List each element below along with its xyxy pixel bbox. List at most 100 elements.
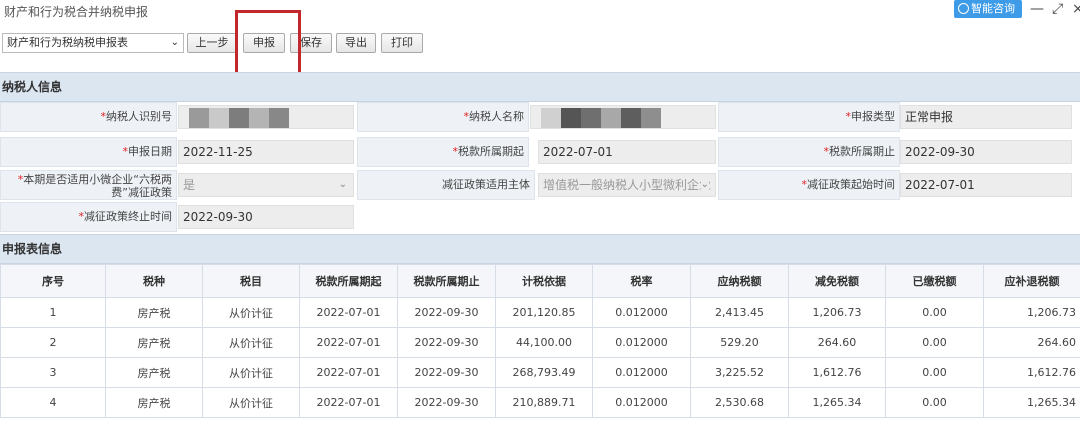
- table-cell: 0.012000: [592, 297, 691, 328]
- close-icon[interactable]: ×: [1072, 2, 1080, 16]
- table-cell: 44,100.00: [495, 327, 593, 358]
- smart-consult-button[interactable]: 智能咨询: [954, 0, 1022, 18]
- small-biz-value: 是: [183, 178, 196, 192]
- subject-label: 减征政策适用主体: [357, 170, 535, 200]
- table-cell: 从价计征: [202, 357, 300, 388]
- table-cell: 房产税: [105, 357, 203, 388]
- period-end-label: *税款所属期止: [718, 137, 900, 167]
- report-type-select[interactable]: 财产和行为税纳税申报表 ⌄: [2, 33, 184, 53]
- table-cell: 1: [0, 297, 106, 328]
- taxpayer-name-label: *纳税人名称: [357, 102, 529, 132]
- export-button[interactable]: 导出: [336, 33, 376, 53]
- table-cell: 2022-07-01: [299, 327, 398, 358]
- table-cell: 2022-09-30: [397, 387, 496, 418]
- table-cell: 1,265.34: [788, 387, 886, 418]
- table-cell: 0.012000: [592, 357, 691, 388]
- minimize-icon[interactable]: —: [1030, 2, 1044, 16]
- redacted-mosaic: [189, 108, 289, 128]
- taxpayer-section-header: 纳税人信息: [0, 72, 1080, 102]
- form-row-4: *减征政策终止时间 2022-09-30: [0, 202, 1080, 232]
- table-cell: 2,530.68: [690, 387, 789, 418]
- prev-step-button[interactable]: 上一步: [187, 33, 237, 53]
- table-cell: 房产税: [105, 327, 203, 358]
- report-type-label: *申报类型: [718, 102, 900, 132]
- table-cell: 1,206.73: [983, 297, 1080, 328]
- table-cell: 2: [0, 327, 106, 358]
- highlight-box: [235, 10, 301, 76]
- restore-icon[interactable]: ⤢: [1052, 2, 1063, 16]
- relief-start-label: *减征政策起始时间: [718, 170, 900, 200]
- print-button[interactable]: 打印: [381, 33, 423, 53]
- smart-consult-label: 智能咨询: [971, 2, 1015, 15]
- table-cell: 0.012000: [592, 327, 691, 358]
- report-date-label: *申报日期: [0, 137, 177, 167]
- table-cell: 2022-07-01: [299, 357, 398, 388]
- report-date-field[interactable]: 2022-11-25: [178, 140, 354, 164]
- table-cell: 2022-07-01: [299, 387, 398, 418]
- table-cell: 0.00: [885, 297, 984, 328]
- table-row[interactable]: 1 房产税 从价计征 2022-07-01 2022-09-30 201,120…: [0, 297, 1080, 328]
- table-cell: 1,612.76: [983, 357, 1080, 388]
- column-header[interactable]: 税款所属期止: [397, 264, 496, 298]
- form-row-3: *本期是否适用小微企业“六税两 费”减征政策 是 ⌄ 减征政策适用主体 增值税一般纳…: [0, 170, 1080, 200]
- subject-value: 增值税一般纳税人小型微利企业: [543, 178, 712, 192]
- table-cell: 0.00: [885, 387, 984, 418]
- table-cell: 529.20: [690, 327, 789, 358]
- table-cell: 2022-09-30: [397, 297, 496, 328]
- table-cell: 264.60: [788, 327, 886, 358]
- table-row[interactable]: 2 房产税 从价计征 2022-07-01 2022-09-30 44,100.…: [0, 327, 1080, 358]
- table-row[interactable]: 3 房产税 从价计征 2022-07-01 2022-09-30 268,793…: [0, 357, 1080, 388]
- window-title: 财产和行为税合并纳税申报: [4, 5, 149, 19]
- column-header[interactable]: 计税依据: [495, 264, 593, 298]
- table-cell: 4: [0, 387, 106, 418]
- column-header[interactable]: 应纳税额: [690, 264, 789, 298]
- table-cell: 0.012000: [592, 387, 691, 418]
- headset-icon: [958, 3, 969, 14]
- table-cell: 3,225.52: [690, 357, 789, 388]
- form-row-2: *申报日期 2022-11-25 *税款所属期起 2022-07-01 *税款所…: [0, 137, 1080, 167]
- table-cell: 1,206.73: [788, 297, 886, 328]
- column-header[interactable]: 税目: [202, 264, 300, 298]
- table-row[interactable]: 4 房产税 从价计征 2022-07-01 2022-09-30 210,889…: [0, 387, 1080, 418]
- title-bar: 财产和行为税合并纳税申报 智能咨询 — ⤢ ×: [0, 0, 1080, 22]
- redacted-mosaic: [541, 108, 661, 128]
- table-header-row: 序号 税种 税目 税款所属期起 税款所属期止 计税依据 税率 应纳税额 减免税额…: [0, 264, 1080, 298]
- column-header[interactable]: 序号: [0, 264, 106, 298]
- column-header[interactable]: 应补退税额: [983, 264, 1080, 298]
- relief-start-field[interactable]: 2022-07-01: [900, 173, 1072, 197]
- column-header[interactable]: 税种: [105, 264, 203, 298]
- chevron-down-icon: ⌄: [170, 37, 179, 48]
- table-cell: 210,889.71: [495, 387, 593, 418]
- column-header[interactable]: 减免税额: [788, 264, 886, 298]
- report-type-field[interactable]: 正常申报: [900, 105, 1072, 129]
- table-cell: 1,265.34: [983, 387, 1080, 418]
- table-cell: 264.60: [983, 327, 1080, 358]
- column-header[interactable]: 已缴税额: [885, 264, 984, 298]
- toolbar: 财产和行为税纳税申报表 ⌄ 上一步 申报 保存 导出 打印: [0, 30, 1080, 58]
- period-start-label: *税款所属期起: [357, 137, 529, 167]
- form-row-1: *纳税人识别号 *纳税人名称 *申报类型 正常申报: [0, 102, 1080, 132]
- table-cell: 2022-07-01: [299, 297, 398, 328]
- taxpayer-id-field[interactable]: [178, 105, 354, 129]
- column-header[interactable]: 税款所属期起: [299, 264, 398, 298]
- table-cell: 从价计征: [202, 387, 300, 418]
- column-header[interactable]: 税率: [592, 264, 691, 298]
- declaration-section-header: 申报表信息: [0, 234, 1080, 264]
- report-type-select-value: 财产和行为税纳税申报表: [7, 36, 128, 49]
- small-biz-select[interactable]: 是 ⌄: [178, 173, 354, 197]
- table-cell: 201,120.85: [495, 297, 593, 328]
- subject-select[interactable]: 增值税一般纳税人小型微利企业 ⌄: [538, 173, 716, 197]
- table-cell: 从价计征: [202, 327, 300, 358]
- taxpayer-name-field[interactable]: [530, 105, 716, 129]
- table-cell: 3: [0, 357, 106, 388]
- period-end-field[interactable]: 2022-09-30: [900, 140, 1072, 164]
- period-start-field[interactable]: 2022-07-01: [538, 140, 716, 164]
- table-cell: 从价计征: [202, 297, 300, 328]
- declaration-table: 序号 税种 税目 税款所属期起 税款所属期止 计税依据 税率 应纳税额 减免税额…: [0, 264, 1080, 418]
- table-cell: 1,612.76: [788, 357, 886, 388]
- table-cell: 0.00: [885, 357, 984, 388]
- table-cell: 2022-09-30: [397, 327, 496, 358]
- table-cell: 0.00: [885, 327, 984, 358]
- relief-end-field[interactable]: 2022-09-30: [178, 205, 354, 229]
- table-cell: 2022-09-30: [397, 357, 496, 388]
